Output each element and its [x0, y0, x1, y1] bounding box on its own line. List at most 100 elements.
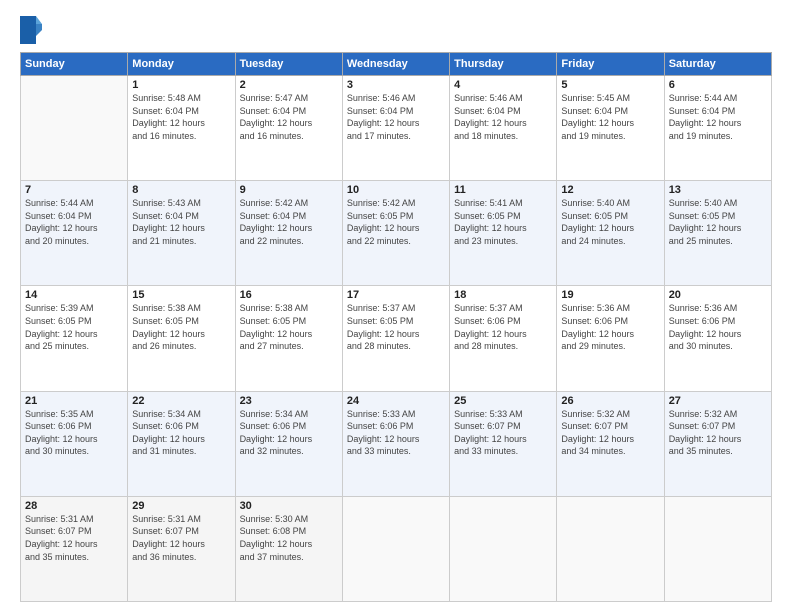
weekday-header-tuesday: Tuesday [235, 53, 342, 76]
calendar-day-16: 16Sunrise: 5:38 AM Sunset: 6:05 PM Dayli… [235, 286, 342, 391]
day-info: Sunrise: 5:38 AM Sunset: 6:05 PM Dayligh… [132, 302, 230, 352]
day-info: Sunrise: 5:31 AM Sunset: 6:07 PM Dayligh… [25, 513, 123, 563]
day-info: Sunrise: 5:31 AM Sunset: 6:07 PM Dayligh… [132, 513, 230, 563]
calendar-day-25: 25Sunrise: 5:33 AM Sunset: 6:07 PM Dayli… [450, 391, 557, 496]
day-info: Sunrise: 5:44 AM Sunset: 6:04 PM Dayligh… [669, 92, 767, 142]
day-number: 10 [347, 184, 445, 196]
logo-icon [20, 16, 42, 44]
page: SundayMondayTuesdayWednesdayThursdayFrid… [0, 0, 792, 612]
day-info: Sunrise: 5:34 AM Sunset: 6:06 PM Dayligh… [240, 408, 338, 458]
day-number: 11 [454, 184, 552, 196]
day-number: 7 [25, 184, 123, 196]
calendar-day-19: 19Sunrise: 5:36 AM Sunset: 6:06 PM Dayli… [557, 286, 664, 391]
calendar-day-10: 10Sunrise: 5:42 AM Sunset: 6:05 PM Dayli… [342, 181, 449, 286]
day-number: 25 [454, 395, 552, 407]
day-number: 28 [25, 500, 123, 512]
day-number: 19 [561, 289, 659, 301]
day-info: Sunrise: 5:38 AM Sunset: 6:05 PM Dayligh… [240, 302, 338, 352]
calendar-table: SundayMondayTuesdayWednesdayThursdayFrid… [20, 52, 772, 602]
day-number: 30 [240, 500, 338, 512]
day-number: 27 [669, 395, 767, 407]
calendar-day-23: 23Sunrise: 5:34 AM Sunset: 6:06 PM Dayli… [235, 391, 342, 496]
day-info: Sunrise: 5:42 AM Sunset: 6:04 PM Dayligh… [240, 197, 338, 247]
day-number: 12 [561, 184, 659, 196]
day-number: 26 [561, 395, 659, 407]
day-info: Sunrise: 5:47 AM Sunset: 6:04 PM Dayligh… [240, 92, 338, 142]
weekday-header-sunday: Sunday [21, 53, 128, 76]
day-number: 29 [132, 500, 230, 512]
day-info: Sunrise: 5:43 AM Sunset: 6:04 PM Dayligh… [132, 197, 230, 247]
day-number: 22 [132, 395, 230, 407]
calendar-day-2: 2Sunrise: 5:47 AM Sunset: 6:04 PM Daylig… [235, 76, 342, 181]
day-info: Sunrise: 5:32 AM Sunset: 6:07 PM Dayligh… [561, 408, 659, 458]
calendar-day-3: 3Sunrise: 5:46 AM Sunset: 6:04 PM Daylig… [342, 76, 449, 181]
calendar-day-17: 17Sunrise: 5:37 AM Sunset: 6:05 PM Dayli… [342, 286, 449, 391]
calendar-day-24: 24Sunrise: 5:33 AM Sunset: 6:06 PM Dayli… [342, 391, 449, 496]
day-number: 3 [347, 79, 445, 91]
day-info: Sunrise: 5:41 AM Sunset: 6:05 PM Dayligh… [454, 197, 552, 247]
calendar-day-5: 5Sunrise: 5:45 AM Sunset: 6:04 PM Daylig… [557, 76, 664, 181]
day-number: 4 [454, 79, 552, 91]
day-info: Sunrise: 5:35 AM Sunset: 6:06 PM Dayligh… [25, 408, 123, 458]
calendar-week-row: 1Sunrise: 5:48 AM Sunset: 6:04 PM Daylig… [21, 76, 772, 181]
day-number: 8 [132, 184, 230, 196]
calendar-week-row: 28Sunrise: 5:31 AM Sunset: 6:07 PM Dayli… [21, 496, 772, 601]
day-info: Sunrise: 5:45 AM Sunset: 6:04 PM Dayligh… [561, 92, 659, 142]
day-number: 2 [240, 79, 338, 91]
day-info: Sunrise: 5:34 AM Sunset: 6:06 PM Dayligh… [132, 408, 230, 458]
day-info: Sunrise: 5:39 AM Sunset: 6:05 PM Dayligh… [25, 302, 123, 352]
day-info: Sunrise: 5:46 AM Sunset: 6:04 PM Dayligh… [347, 92, 445, 142]
calendar-day-14: 14Sunrise: 5:39 AM Sunset: 6:05 PM Dayli… [21, 286, 128, 391]
day-number: 23 [240, 395, 338, 407]
calendar-day-29: 29Sunrise: 5:31 AM Sunset: 6:07 PM Dayli… [128, 496, 235, 601]
calendar-week-row: 14Sunrise: 5:39 AM Sunset: 6:05 PM Dayli… [21, 286, 772, 391]
calendar-day-18: 18Sunrise: 5:37 AM Sunset: 6:06 PM Dayli… [450, 286, 557, 391]
day-info: Sunrise: 5:37 AM Sunset: 6:05 PM Dayligh… [347, 302, 445, 352]
calendar-day-13: 13Sunrise: 5:40 AM Sunset: 6:05 PM Dayli… [664, 181, 771, 286]
calendar-day-7: 7Sunrise: 5:44 AM Sunset: 6:04 PM Daylig… [21, 181, 128, 286]
weekday-header-monday: Monday [128, 53, 235, 76]
day-number: 14 [25, 289, 123, 301]
day-info: Sunrise: 5:40 AM Sunset: 6:05 PM Dayligh… [561, 197, 659, 247]
calendar-day-27: 27Sunrise: 5:32 AM Sunset: 6:07 PM Dayli… [664, 391, 771, 496]
calendar-day-26: 26Sunrise: 5:32 AM Sunset: 6:07 PM Dayli… [557, 391, 664, 496]
calendar-day-21: 21Sunrise: 5:35 AM Sunset: 6:06 PM Dayli… [21, 391, 128, 496]
day-info: Sunrise: 5:33 AM Sunset: 6:07 PM Dayligh… [454, 408, 552, 458]
weekday-header-friday: Friday [557, 53, 664, 76]
empty-day-cell [450, 496, 557, 601]
calendar-day-6: 6Sunrise: 5:44 AM Sunset: 6:04 PM Daylig… [664, 76, 771, 181]
day-number: 18 [454, 289, 552, 301]
day-number: 24 [347, 395, 445, 407]
day-info: Sunrise: 5:44 AM Sunset: 6:04 PM Dayligh… [25, 197, 123, 247]
day-info: Sunrise: 5:36 AM Sunset: 6:06 PM Dayligh… [561, 302, 659, 352]
calendar-day-4: 4Sunrise: 5:46 AM Sunset: 6:04 PM Daylig… [450, 76, 557, 181]
calendar-day-15: 15Sunrise: 5:38 AM Sunset: 6:05 PM Dayli… [128, 286, 235, 391]
weekday-header-row: SundayMondayTuesdayWednesdayThursdayFrid… [21, 53, 772, 76]
day-info: Sunrise: 5:40 AM Sunset: 6:05 PM Dayligh… [669, 197, 767, 247]
calendar-day-9: 9Sunrise: 5:42 AM Sunset: 6:04 PM Daylig… [235, 181, 342, 286]
weekday-header-wednesday: Wednesday [342, 53, 449, 76]
calendar-day-30: 30Sunrise: 5:30 AM Sunset: 6:08 PM Dayli… [235, 496, 342, 601]
day-info: Sunrise: 5:46 AM Sunset: 6:04 PM Dayligh… [454, 92, 552, 142]
day-number: 16 [240, 289, 338, 301]
calendar-day-8: 8Sunrise: 5:43 AM Sunset: 6:04 PM Daylig… [128, 181, 235, 286]
empty-day-cell [664, 496, 771, 601]
day-info: Sunrise: 5:32 AM Sunset: 6:07 PM Dayligh… [669, 408, 767, 458]
calendar-day-11: 11Sunrise: 5:41 AM Sunset: 6:05 PM Dayli… [450, 181, 557, 286]
empty-day-cell [342, 496, 449, 601]
calendar-day-28: 28Sunrise: 5:31 AM Sunset: 6:07 PM Dayli… [21, 496, 128, 601]
header [20, 16, 772, 44]
day-info: Sunrise: 5:48 AM Sunset: 6:04 PM Dayligh… [132, 92, 230, 142]
day-number: 20 [669, 289, 767, 301]
calendar-day-12: 12Sunrise: 5:40 AM Sunset: 6:05 PM Dayli… [557, 181, 664, 286]
day-info: Sunrise: 5:42 AM Sunset: 6:05 PM Dayligh… [347, 197, 445, 247]
day-number: 1 [132, 79, 230, 91]
calendar-week-row: 7Sunrise: 5:44 AM Sunset: 6:04 PM Daylig… [21, 181, 772, 286]
day-number: 21 [25, 395, 123, 407]
day-number: 13 [669, 184, 767, 196]
empty-day-cell [557, 496, 664, 601]
weekday-header-thursday: Thursday [450, 53, 557, 76]
day-number: 15 [132, 289, 230, 301]
calendar-day-22: 22Sunrise: 5:34 AM Sunset: 6:06 PM Dayli… [128, 391, 235, 496]
weekday-header-saturday: Saturday [664, 53, 771, 76]
